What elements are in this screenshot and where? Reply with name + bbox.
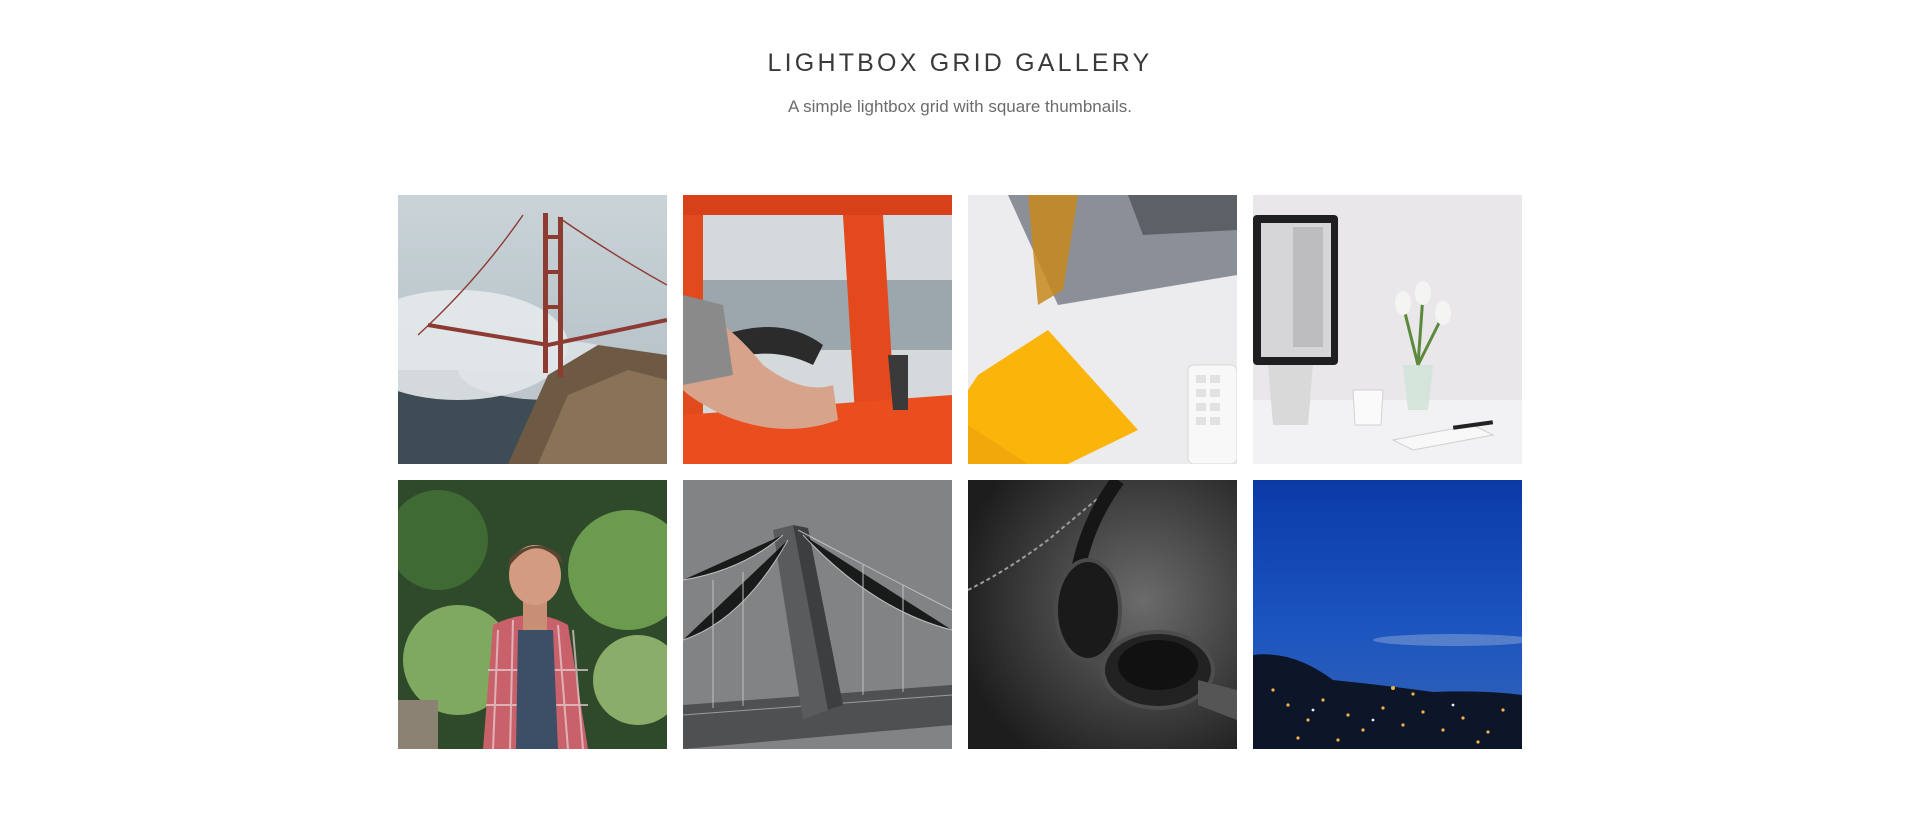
orange-van-driver-arm-photo bbox=[683, 195, 952, 464]
thumbnail-grid bbox=[398, 195, 1523, 749]
thumbnail-white-desk[interactable] bbox=[1253, 195, 1522, 464]
gallery-page: LIGHTBOX GRID GALLERY A simple lightbox … bbox=[0, 0, 1920, 823]
page-subtitle: A simple lightbox grid with square thumb… bbox=[788, 97, 1132, 116]
desk-yellow-notebook-keyboard-photo bbox=[968, 195, 1237, 464]
white-desk-monitor-tulips-photo bbox=[1253, 195, 1522, 464]
thumbnail-golden-gate-bridge[interactable] bbox=[398, 195, 667, 464]
headphones-bw-photo bbox=[968, 480, 1237, 749]
thumbnail-desk-notebook[interactable] bbox=[968, 195, 1237, 464]
page-header: LIGHTBOX GRID GALLERY A simple lightbox … bbox=[0, 0, 1920, 117]
thumbnail-night-city[interactable] bbox=[1253, 480, 1522, 749]
night-city-blue-sky-photo bbox=[1253, 480, 1522, 749]
bridge-tower-aerial-bw-photo bbox=[683, 480, 952, 749]
page-title: LIGHTBOX GRID GALLERY bbox=[767, 49, 1153, 77]
thumbnail-orange-van[interactable] bbox=[683, 195, 952, 464]
thumbnail-man-plaid[interactable] bbox=[398, 480, 667, 749]
thumbnail-headphones[interactable] bbox=[968, 480, 1237, 749]
man-plaid-shirt-forest-photo bbox=[398, 480, 667, 749]
golden-gate-bridge-fog-photo bbox=[398, 195, 667, 464]
thumbnail-bridge-aerial[interactable] bbox=[683, 480, 952, 749]
